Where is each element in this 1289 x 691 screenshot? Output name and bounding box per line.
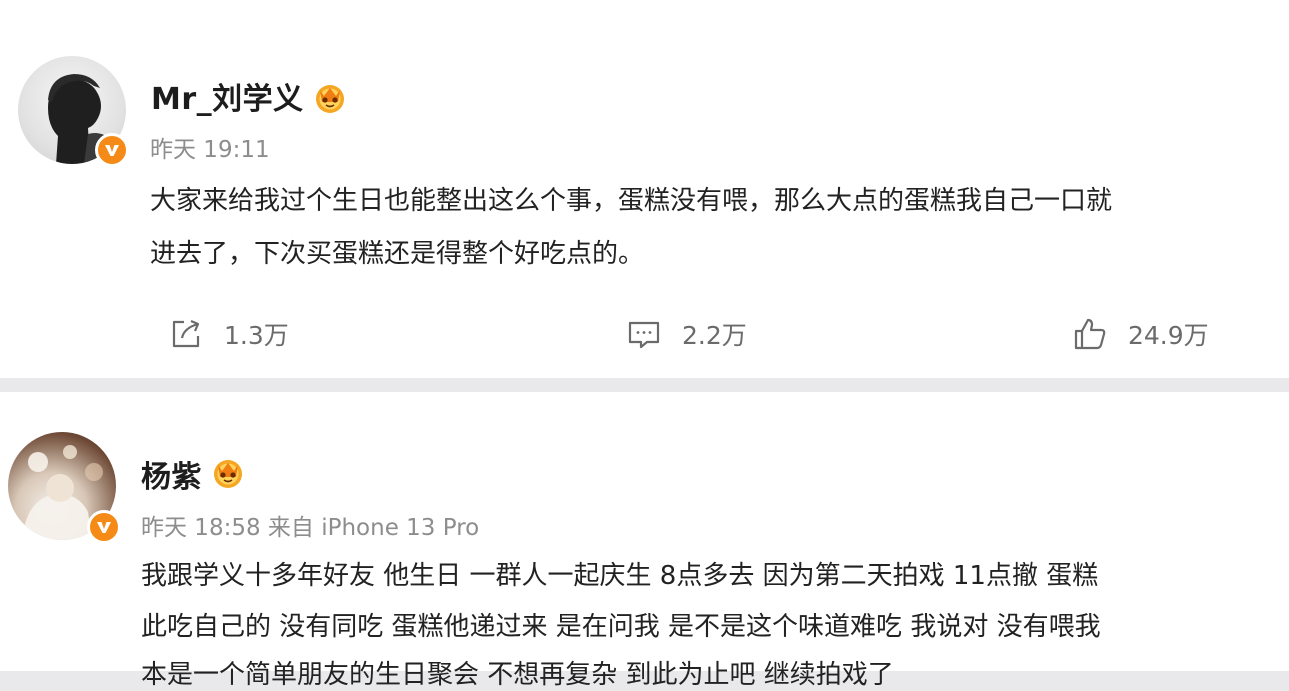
- comment-button[interactable]: 2.2万: [626, 316, 747, 352]
- post-text-line: 大家来给我过个生日也能整出这么个事，蛋糕没有喂，那么大点的蛋糕我自己一口就: [150, 186, 1113, 216]
- vip-crown-icon[interactable]: [313, 80, 347, 114]
- repost-button[interactable]: 1.3万: [168, 316, 289, 352]
- vip-crown-icon[interactable]: [211, 455, 245, 489]
- post-text-line: 进去了，下次买蛋糕还是得整个好吃点的。: [150, 239, 645, 269]
- repost-icon: [172, 319, 200, 348]
- like-count: 24.9万: [1128, 321, 1209, 350]
- comment-icon: [628, 321, 660, 349]
- username[interactable]: 杨紫: [141, 452, 202, 496]
- comment-count: 2.2万: [682, 321, 747, 350]
- post-time-source: 昨天 18:58 来自 iPhone 13 Pro: [141, 515, 480, 541]
- verified-badge-icon: [95, 133, 129, 167]
- post-text-line: 本是一个简单朋友的生日聚会 不想再复杂 到此为止吧 继续拍戏了: [141, 660, 894, 690]
- username[interactable]: Mr_刘学义: [151, 74, 304, 118]
- like-button[interactable]: 24.9万: [1072, 316, 1209, 352]
- post-text-line: 此吃自己的 没有同吃 蛋糕他递过来 是在问我 是不是这个味道难吃 我说对 没有喂…: [141, 612, 1101, 642]
- thumbs-up-icon: [1074, 318, 1106, 350]
- repost-count: 1.3万: [224, 321, 289, 350]
- post-text-line: 我跟学义十多年好友 他生日 一群人一起庆生 8点多去 因为第二天拍戏 11点撤 …: [141, 561, 1099, 591]
- verified-badge-icon: [87, 510, 121, 544]
- post-card-1: Mr_刘学义 昨天 19:11 大家来给我过个生日也能整出这么个事，蛋糕没有喂，…: [0, 0, 1289, 378]
- post-time: 昨天 19:11: [150, 137, 270, 163]
